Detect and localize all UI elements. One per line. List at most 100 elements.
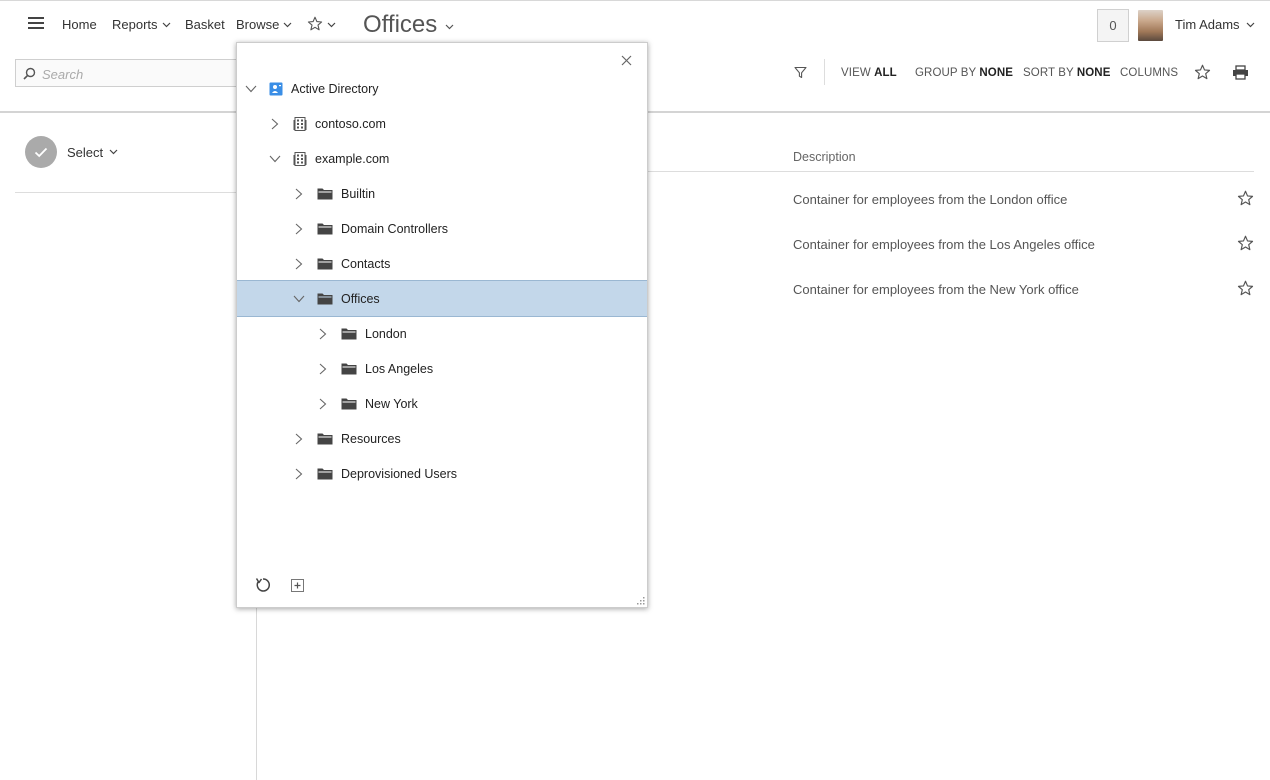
tree-item-label: Builtin [341, 186, 376, 201]
table-row-description[interactable]: Container for employees from the New Yor… [793, 282, 1079, 297]
tree-item-offices[interactable]: Offices [237, 280, 647, 317]
left-pane: Select [0, 113, 257, 780]
chevron-right-icon[interactable] [293, 258, 305, 270]
container-tree-popup: Active Directory contoso.com example.com… [236, 42, 648, 608]
chevron-right-icon[interactable] [317, 398, 329, 410]
star-icon[interactable] [1237, 280, 1254, 297]
basket-count-badge[interactable]: 0 [1097, 9, 1129, 42]
folder-icon [317, 293, 333, 305]
folder-icon [317, 258, 333, 270]
nav-reports[interactable]: Reports [112, 17, 171, 32]
tree-item-resources[interactable]: Resources [237, 421, 647, 456]
toolbar-divider [824, 59, 825, 85]
search-icon [23, 67, 36, 80]
search-input[interactable] [42, 64, 242, 84]
select-button[interactable]: Select [25, 136, 118, 168]
tree-item-example[interactable]: example.com [237, 141, 647, 176]
star-icon[interactable] [1237, 235, 1254, 252]
sort-by-prefix: SORT BY [1023, 67, 1074, 79]
tree-item-active-directory[interactable]: Active Directory [237, 71, 647, 106]
tree-item-label: Deprovisioned Users [341, 466, 458, 481]
print-icon[interactable] [1232, 65, 1249, 80]
select-label: Select [67, 144, 104, 160]
table-row-description[interactable]: Container for employees from the London … [793, 192, 1067, 207]
expand-all-icon[interactable] [291, 579, 304, 592]
chevron-right-icon[interactable] [317, 328, 329, 340]
nav-basket[interactable]: Basket [185, 17, 225, 32]
user-name-label: Tim Adams [1175, 17, 1240, 32]
nav-reports-label: Reports [112, 17, 158, 32]
tree-item-builtin[interactable]: Builtin [237, 176, 647, 211]
tree-item-label: New York [365, 396, 418, 411]
hamburger-menu-icon[interactable] [28, 17, 44, 31]
tree-item-label: London [365, 326, 407, 341]
star-icon[interactable] [1237, 190, 1254, 207]
chevron-right-icon[interactable] [293, 468, 305, 480]
tree-item-los-angeles[interactable]: Los Angeles [237, 351, 647, 386]
folder-icon [341, 398, 357, 410]
chevron-down-icon [327, 22, 336, 27]
nav-browse-label: Browse [236, 17, 280, 32]
tree-item-label: Domain Controllers [341, 221, 448, 236]
group-by-value: NONE [979, 67, 1014, 79]
folder-icon [317, 433, 333, 445]
left-divider [15, 192, 257, 193]
resize-grip-icon[interactable] [635, 595, 646, 606]
nav-favorites[interactable] [307, 16, 336, 32]
chevron-down-icon[interactable] [245, 83, 257, 95]
select-circle [25, 136, 57, 168]
sort-by-selector[interactable]: SORT BY NONE [1023, 67, 1111, 79]
filter-icon[interactable] [794, 66, 807, 79]
tree-item-new-york[interactable]: New York [237, 386, 647, 421]
view-value: ALL [874, 67, 897, 79]
chevron-right-icon[interactable] [293, 188, 305, 200]
nav-home[interactable]: Home [62, 17, 97, 32]
tree-item-label: Resources [341, 431, 401, 446]
nav-home-label: Home [62, 17, 97, 32]
refresh-icon[interactable] [255, 577, 271, 593]
sort-by-value: NONE [1076, 67, 1111, 79]
user-menu[interactable]: Tim Adams [1175, 17, 1255, 32]
domain-icon [293, 151, 307, 166]
view-prefix: VIEW [841, 67, 871, 79]
tree-item-deprovisioned-users[interactable]: Deprovisioned Users [237, 456, 647, 491]
chevron-down-icon[interactable] [293, 293, 305, 305]
folder-icon [317, 188, 333, 200]
chevron-down-icon [162, 22, 170, 28]
tree-item-domain-controllers[interactable]: Domain Controllers [237, 211, 647, 246]
chevron-down-icon [109, 149, 118, 155]
chevron-right-icon[interactable] [317, 363, 329, 375]
column-header-description[interactable]: Description [793, 150, 856, 164]
folder-icon [317, 223, 333, 235]
basket-count-value: 0 [1109, 18, 1117, 33]
view-selector[interactable]: VIEW ALL [841, 67, 897, 79]
nav-basket-label: Basket [185, 17, 225, 32]
star-icon[interactable] [1194, 64, 1211, 81]
tree-item-contoso[interactable]: contoso.com [237, 106, 647, 141]
folder-icon [341, 328, 357, 340]
directory-icon [269, 82, 283, 95]
table-row-description[interactable]: Container for employees from the Los Ang… [793, 237, 1095, 252]
page-title[interactable]: Offices [363, 11, 454, 39]
search-box[interactable] [15, 59, 255, 87]
avatar[interactable] [1138, 10, 1163, 41]
tree-item-label: Active Directory [291, 81, 379, 96]
chevron-right-icon[interactable] [293, 223, 305, 235]
chevron-down-icon[interactable] [269, 153, 281, 165]
star-icon [307, 16, 323, 31]
tree-item-label: example.com [315, 151, 390, 166]
chevron-right-icon[interactable] [269, 118, 281, 130]
columns-label: COLUMNS [1120, 67, 1179, 79]
chevron-right-icon[interactable] [293, 433, 305, 445]
chevron-down-icon [1246, 22, 1254, 27]
group-by-selector[interactable]: GROUP BY NONE [915, 67, 1013, 79]
tree-item-contacts[interactable]: Contacts [237, 246, 647, 281]
domain-icon [293, 116, 307, 131]
folder-icon [317, 468, 333, 480]
columns-button[interactable]: COLUMNS [1120, 67, 1178, 79]
folder-icon [341, 363, 357, 375]
nav-browse[interactable]: Browse [236, 17, 292, 32]
close-icon[interactable] [621, 55, 632, 66]
tree-item-label: contoso.com [315, 116, 386, 131]
tree-item-london[interactable]: London [237, 316, 647, 351]
